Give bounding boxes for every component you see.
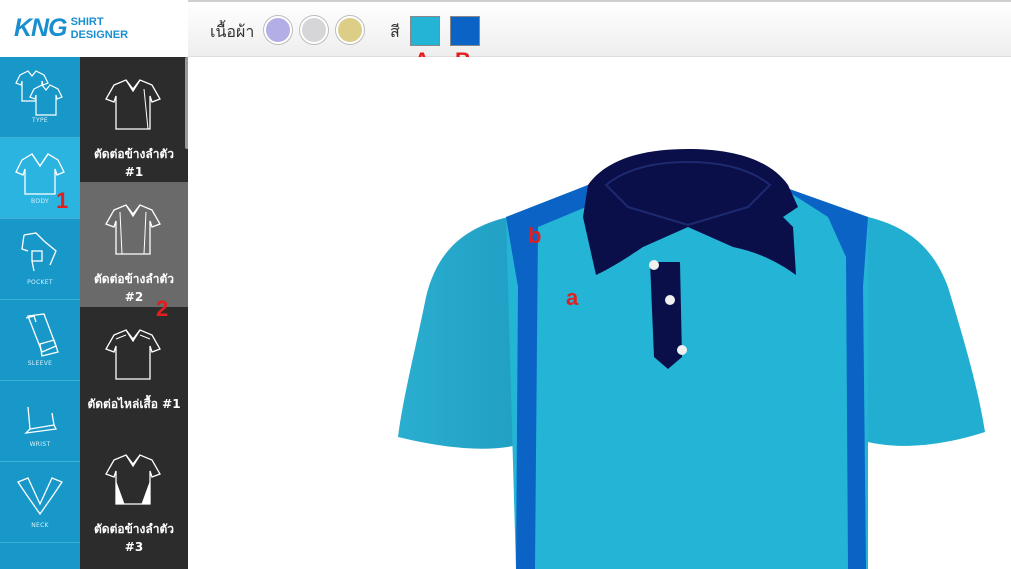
category-label: NECK xyxy=(31,522,49,529)
option-title: ตัดต่อข้างลำตัว xyxy=(93,522,174,536)
shirt-preview: b a xyxy=(398,149,985,569)
category-wrist[interactable]: WRIST xyxy=(0,381,80,462)
logo-line-1: SHIRT xyxy=(70,15,104,28)
option-label: ตัดต่อข้างลำตัว #1 xyxy=(80,145,188,181)
shirt-button xyxy=(649,260,659,270)
option-shoulder-cut-1[interactable]: ตัดต่อไหล่เสื้อ #1 xyxy=(80,307,188,432)
marker-b: b xyxy=(528,223,541,248)
app-logo[interactable]: KNG SHIRT DESIGNER xyxy=(0,0,188,57)
marker-a: a xyxy=(566,285,579,310)
logo-line-2: DESIGNER xyxy=(70,28,129,41)
category-label: WRIST xyxy=(29,441,51,448)
wrist-icon xyxy=(24,406,57,434)
fabric-swatch-gold[interactable] xyxy=(336,16,364,44)
category-neck[interactable]: NECK xyxy=(0,462,80,543)
shirt-option-icon xyxy=(105,454,161,505)
shirt-option-icon xyxy=(105,329,161,380)
option-list: ตัดต่อข้างลำตัว #1 ตัดต่อข้างลำตัว #2 ตั… xyxy=(80,57,188,569)
fabric-swatch-purple[interactable] xyxy=(264,16,292,44)
shirt-body[interactable] xyxy=(506,185,868,569)
option-label: ตัดต่อไหล่เสื้อ #1 xyxy=(80,395,188,413)
option-number: #3 xyxy=(124,540,144,554)
shirt-type-icon xyxy=(15,70,63,116)
category-pocket[interactable]: POCKET xyxy=(0,219,80,300)
category-label: POCKET xyxy=(27,279,53,286)
shirt-option-icon xyxy=(105,204,161,255)
category-sidebar: TYPE BODY POCKET SLEEVE WRIST NECK xyxy=(0,57,80,569)
option-side-cut-1[interactable]: ตัดต่อข้างลำตัว #1 xyxy=(80,57,188,182)
option-side-cut-3[interactable]: ตัดต่อข้างลำตัว #3 xyxy=(80,432,188,557)
marker-category-body: 1 xyxy=(56,188,69,213)
shirt-option-icon xyxy=(105,79,161,130)
marker-option-2: 2 xyxy=(156,296,169,321)
shirt-designer-app: KNG SHIRT DESIGNER เนื้อผ้า สี A B TYPE xyxy=(0,0,1011,569)
option-title: ตัดต่อข้างลำตัว xyxy=(93,147,174,161)
shirt-button xyxy=(677,345,687,355)
shirt-placket[interactable] xyxy=(650,262,682,369)
option-side-cut-2[interactable]: ตัดต่อข้างลำตัว #2 xyxy=(80,182,188,307)
right-sleeve[interactable] xyxy=(853,217,985,446)
logo-wordmark: SHIRT DESIGNER xyxy=(71,16,128,42)
option-number: #2 xyxy=(124,290,144,304)
top-toolbar: เนื้อผ้า สี xyxy=(188,0,1011,57)
category-label: TYPE xyxy=(32,117,48,124)
sleeve-icon xyxy=(25,313,59,357)
fabric-swatch-grey[interactable] xyxy=(300,16,328,44)
option-number: #1 xyxy=(124,165,144,179)
option-title: ตัดต่อข้างลำตัว xyxy=(93,272,174,286)
color-swatch-a[interactable] xyxy=(410,16,440,46)
category-type[interactable]: TYPE xyxy=(0,57,80,138)
pocket-icon xyxy=(21,232,57,272)
option-label: ตัดต่อข้างลำตัว #2 xyxy=(80,270,188,306)
category-label: SLEEVE xyxy=(27,360,53,367)
logo-mark: KNG xyxy=(14,14,68,42)
color-swatch-b[interactable] xyxy=(450,16,480,46)
fabric-label: เนื้อผ้า xyxy=(210,22,255,41)
shirt-preview-canvas: b a xyxy=(188,57,1011,569)
shirt-button xyxy=(665,295,675,305)
option-label: ตัดต่อข้างลำตัว #3 xyxy=(80,520,188,556)
color-label: สี xyxy=(390,22,400,41)
neck-icon xyxy=(17,477,63,516)
option-title: ตัดต่อไหล่เสื้อ #1 xyxy=(87,397,181,411)
category-sleeve[interactable]: SLEEVE xyxy=(0,300,80,381)
